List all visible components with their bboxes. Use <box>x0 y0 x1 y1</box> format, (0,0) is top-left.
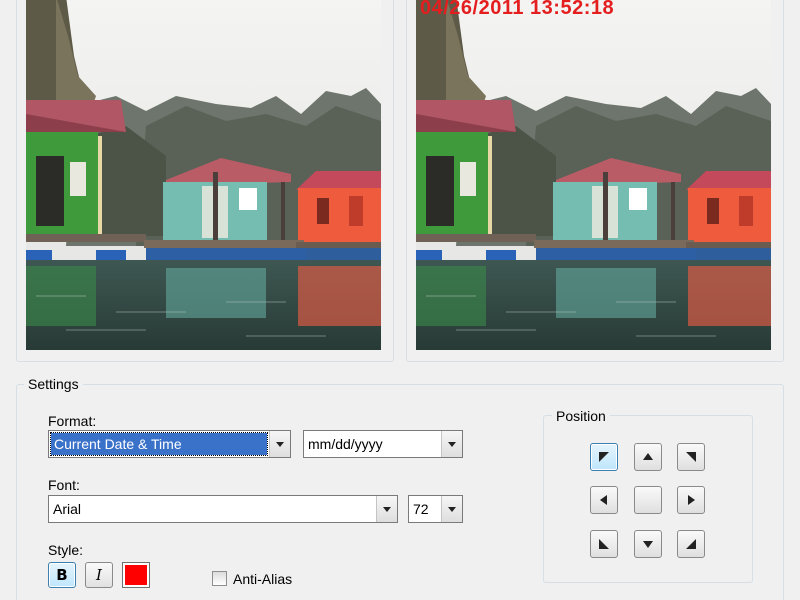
arrow-down-icon <box>643 541 653 548</box>
format-pattern-value: mm/dd/yyyy <box>308 436 383 452</box>
stilt-houses-photo <box>26 0 381 350</box>
text-color-swatch <box>125 565 147 585</box>
font-size-value: 72 <box>413 501 429 517</box>
position-title: Position <box>552 408 610 424</box>
arrow-down-left-icon <box>599 539 609 549</box>
stamped-photo: 04/26/2011 13:52:18 <box>416 0 771 350</box>
antialias-label[interactable]: Anti-Alias <box>233 571 292 587</box>
position-button-bottom-right[interactable] <box>677 530 705 558</box>
stilt-houses-photo <box>416 0 771 350</box>
format-type-dropdown-button[interactable] <box>269 431 290 457</box>
blank-icon <box>642 494 654 506</box>
original-photo <box>26 0 381 350</box>
format-type-value: Current Date & Time <box>50 432 268 456</box>
font-label: Font: <box>48 477 80 493</box>
arrow-down-right-icon <box>686 539 696 549</box>
position-button-bottom-center[interactable] <box>634 530 662 558</box>
arrow-up-left-icon <box>599 452 609 462</box>
position-button-bottom-left[interactable] <box>590 530 618 558</box>
arrow-right-icon <box>688 495 695 505</box>
style-label: Style: <box>48 542 84 558</box>
format-label: Format: <box>48 413 97 429</box>
position-button-middle-right[interactable] <box>677 486 705 514</box>
antialias-checkbox[interactable] <box>212 571 227 586</box>
settings-title: Settings <box>24 376 83 392</box>
position-button-top-left[interactable] <box>590 443 618 471</box>
position-button-center[interactable] <box>634 486 662 514</box>
text-color-button[interactable] <box>122 562 150 588</box>
bold-button[interactable]: B <box>48 562 76 588</box>
position-button-middle-left[interactable] <box>590 486 618 514</box>
chevron-down-icon <box>383 506 391 512</box>
arrow-up-right-icon <box>686 452 696 462</box>
arrow-left-icon <box>600 495 607 505</box>
font-size-select[interactable]: 72 <box>408 495 463 523</box>
chevron-down-icon <box>448 441 456 447</box>
font-family-value: Arial <box>53 501 82 517</box>
position-button-top-center[interactable] <box>634 443 662 471</box>
format-pattern-select[interactable]: mm/dd/yyyy <box>303 430 463 458</box>
font-family-dropdown-button[interactable] <box>376 496 397 522</box>
italic-button[interactable]: I <box>85 562 113 588</box>
font-size-dropdown-button[interactable] <box>441 496 462 522</box>
format-pattern-dropdown-button[interactable] <box>441 431 462 457</box>
arrow-up-icon <box>643 453 653 460</box>
position-button-top-right[interactable] <box>677 443 705 471</box>
format-type-select[interactable]: Current Date & Time <box>48 430 291 458</box>
chevron-down-icon <box>448 506 456 512</box>
chevron-down-icon <box>276 441 284 447</box>
timestamp-overlay: 04/26/2011 13:52:18 <box>420 0 615 19</box>
font-family-select[interactable]: Arial <box>48 495 398 523</box>
